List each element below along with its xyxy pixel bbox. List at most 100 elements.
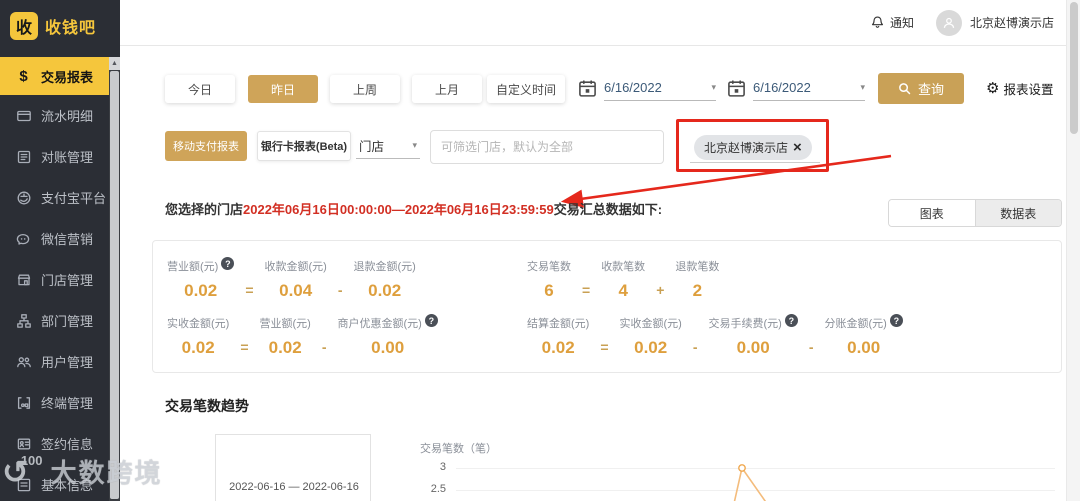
help-icon[interactable]: ? (784, 314, 798, 327)
stat-value: 0.02 (184, 281, 218, 300)
chevron-down-icon: ▾ (412, 140, 417, 150)
stat-value: 0.02 (541, 338, 575, 357)
tab-bank-card-report[interactable]: 银行卡报表(Beta) (257, 131, 351, 161)
stat-label: 营业额(元) (259, 318, 311, 330)
stat-value: 6 (544, 281, 554, 300)
y-axis-label: 交易笔数（笔） (420, 443, 497, 455)
stat-value: 2 (692, 281, 703, 300)
stat-unit: 实收金额(元) 0.02 (167, 315, 229, 358)
logo-badge-icon: 收 (10, 12, 38, 40)
tab-mobile-payment-report[interactable]: 移动支付报表 (165, 131, 247, 161)
toggle-chart-view[interactable]: 图表 (889, 200, 975, 226)
sidebar-item-wechat-marketing[interactable]: 微信营销 (0, 218, 120, 259)
chart-legend-box: 2022-06-16 — 2022-06-16 (215, 434, 371, 501)
report-settings-label: 报表设置 (1003, 83, 1054, 97)
range-custom-button[interactable]: 自定义时间 (487, 75, 565, 103)
sidebar-scroll-thumb[interactable] (110, 71, 119, 499)
sidebar-item-transaction-report[interactable]: $ 交易报表 (0, 57, 120, 95)
sidebar-item-label: 微信营销 (41, 232, 94, 247)
stat-value: 0.00 (847, 338, 881, 357)
stat-unit: 营业额(元) 0.02 (260, 315, 311, 358)
user-menu[interactable]: 北京赵博演示店 (935, 9, 1054, 36)
store-search-input[interactable] (430, 130, 664, 164)
ledger-icon (15, 149, 32, 165)
sidebar-item-department-management[interactable]: 部门管理 (0, 300, 120, 341)
app-logo: 收 收钱吧 (10, 12, 96, 40)
contract-icon (15, 436, 32, 452)
range-lastweek-button[interactable]: 上周 (330, 75, 400, 103)
sidebar-scrollbar[interactable]: ▲ (109, 57, 120, 501)
range-lastmonth-button[interactable]: 上月 (412, 75, 482, 103)
store-select-value: 门店 (359, 140, 385, 154)
search-icon (899, 83, 911, 95)
sidebar-item-alipay-platform[interactable]: 支付宝平台 (0, 177, 120, 218)
operator: - (321, 339, 327, 355)
page-scroll-thumb[interactable] (1070, 2, 1078, 134)
stat-label: 收款笔数 (601, 261, 646, 273)
query-button[interactable]: 查询 (878, 73, 964, 104)
sidebar-item-user-management[interactable]: 用户管理 (0, 341, 120, 382)
close-icon[interactable]: × (793, 140, 802, 155)
stat-label: 商户优惠金额(元) (337, 318, 422, 330)
store-tag-field-underline (690, 162, 820, 163)
operator: + (656, 282, 665, 298)
scroll-up-icon[interactable]: ▲ (109, 57, 120, 70)
page-scrollbar[interactable] (1066, 0, 1080, 501)
sidebar-item-flow-detail[interactable]: 流水明细 (0, 95, 120, 136)
notification-button[interactable]: 通知 (870, 14, 914, 31)
stat-label: 收款金额(元) (264, 261, 327, 273)
help-icon[interactable]: ? (221, 257, 235, 270)
alipay-icon (15, 190, 32, 206)
help-icon[interactable]: ? (424, 314, 438, 327)
avatar (935, 9, 962, 36)
date-to-field[interactable]: 6/16/2022 ▾ (753, 74, 865, 101)
sidebar-item-label: 部门管理 (41, 314, 94, 329)
operator: = (582, 282, 591, 298)
users-icon (15, 354, 32, 370)
stat-unit: 营业额(元)? 0.02 (167, 257, 235, 301)
stat-value: 0.02 (368, 281, 402, 300)
operator: - (808, 339, 814, 355)
toggle-table-view[interactable]: 数据表 (974, 200, 1061, 226)
stat-value: 0.04 (279, 281, 313, 300)
date-to-value: 6/16/2022 (753, 79, 811, 95)
terminal-icon (15, 395, 32, 411)
stat-unit: 收款金额(元) 0.04 (265, 258, 327, 301)
date-from-value: 6/16/2022 (604, 79, 662, 95)
stat-label: 实收金额(元) (167, 318, 230, 330)
chevron-down-icon: ▾ (711, 81, 716, 92)
range-today-button[interactable]: 今日 (165, 75, 235, 103)
stat-value: 0.00 (736, 338, 770, 357)
sidebar-item-store-management[interactable]: 门店管理 (0, 259, 120, 300)
sidebar-item-basic-info[interactable]: 基本信息 (0, 464, 120, 501)
user-name: 北京赵博演示店 (969, 16, 1054, 30)
bell-icon (871, 16, 883, 28)
calendar-icon[interactable] (727, 79, 746, 98)
sidebar-item-reconciliation[interactable]: 对账管理 (0, 136, 120, 177)
chart-legend-label: 2022-06-16 — 2022-06-16 (229, 481, 359, 493)
help-icon[interactable]: ? (889, 314, 903, 327)
stat-label: 退款金额(元) (353, 261, 416, 273)
stat-group-revenue: 营业额(元)? 0.02 = 收款金额(元) 0.04 - 退款金额(元) 0.… (167, 257, 527, 301)
sidebar-item-label: 签约信息 (41, 437, 94, 452)
gear-icon: ⚙ (986, 80, 1000, 97)
report-settings-button[interactable]: ⚙ 报表设置 (986, 79, 1053, 98)
summary-stats-panel: 营业额(元)? 0.02 = 收款金额(元) 0.04 - 退款金额(元) 0.… (152, 240, 1062, 373)
org-icon (15, 313, 32, 329)
stat-label: 营业额(元) (167, 261, 219, 273)
range-yesterday-button[interactable]: 昨日 (248, 75, 318, 103)
stat-group-settlement: 结算金额(元) 0.02 = 实收金额(元) 0.02 - 交易手续费(元)? … (527, 314, 903, 358)
stat-label: 结算金额(元) (527, 318, 590, 330)
sidebar-item-contract-info[interactable]: 签约信息 (0, 423, 120, 464)
stat-group-actual-received: 实收金额(元) 0.02 = 营业额(元) 0.02 - 商户优惠金额(元)? … (167, 314, 527, 358)
store-tag[interactable]: 北京赵博演示店 × (694, 135, 812, 160)
store-select-dropdown[interactable]: 门店 ▾ (356, 133, 420, 159)
stat-unit: 交易笔数 6 (527, 258, 571, 301)
date-from-field[interactable]: 6/16/2022 ▾ (604, 74, 716, 101)
view-toggle: 图表 数据表 (888, 199, 1062, 227)
sidebar-item-terminal-management[interactable]: 终端管理 (0, 382, 120, 423)
topbar: 通知 北京赵博演示店 (120, 0, 1080, 46)
calendar-icon[interactable] (578, 79, 597, 98)
operator: - (692, 339, 698, 355)
operator: = (240, 339, 249, 355)
